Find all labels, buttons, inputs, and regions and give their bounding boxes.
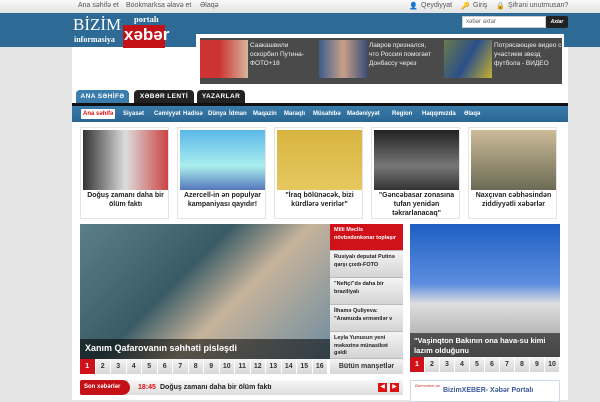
news-headline[interactable]: Doğuş zamanı daha bir ölüm faktı bbox=[160, 384, 272, 391]
category-7[interactable]: Maraqlı bbox=[282, 109, 307, 119]
category-5[interactable]: İdman bbox=[227, 109, 249, 119]
headline-item[interactable]: Milli Məclis növbədənkənar toplaşır bbox=[330, 224, 403, 251]
page-button[interactable]: 5 bbox=[142, 359, 157, 374]
key-icon: 🔑 bbox=[461, 3, 470, 10]
page-button[interactable]: 8 bbox=[515, 357, 529, 372]
tab-authors[interactable]: YAZARLAR bbox=[197, 90, 245, 104]
news-card-image[interactable] bbox=[374, 130, 459, 190]
category-11[interactable]: Haqqımızda bbox=[420, 109, 458, 119]
headline-item[interactable]: İlhamə Quliyeva: "Aramızda ermənilər v bbox=[330, 305, 403, 332]
latest-news-label: Son xəbərlər bbox=[80, 380, 130, 395]
page-button[interactable]: 3 bbox=[111, 359, 126, 374]
news-card[interactable]: Doğuş zamanı daha bir ölüm faktı bbox=[80, 127, 169, 219]
category-6[interactable]: Maqazin bbox=[251, 109, 279, 119]
user-icon: 👤 bbox=[409, 3, 418, 10]
page-button[interactable]: 10 bbox=[219, 359, 234, 374]
page-button[interactable]: 11 bbox=[235, 359, 250, 374]
page-button[interactable]: 12 bbox=[250, 359, 265, 374]
headline-list: Milli Məclis növbədənkənar toplaşır Rusiy… bbox=[330, 224, 403, 359]
facebook-widget: Bizimxeber.az BizimXEBER- Xəbər Portalı bbox=[410, 380, 560, 402]
category-4[interactable]: Dünya bbox=[206, 109, 228, 119]
ad-strip: Саакашвили оскорбил Путина-ФОТО+18 Лавро… bbox=[200, 38, 562, 84]
page-button[interactable]: 5 bbox=[470, 357, 484, 372]
page-button[interactable]: 7 bbox=[173, 359, 188, 374]
headline-item[interactable]: Rusiyalı deputat Putinə qarşı çıxdı-FOTO bbox=[330, 251, 403, 278]
news-card-title[interactable]: "İraq bölünəcək, bizi kürdlərə verirlər" bbox=[277, 191, 362, 209]
page-button[interactable]: 1 bbox=[80, 359, 95, 374]
slider-caption[interactable]: "Vaşinqton Bakının ona hava-su kimi lazı… bbox=[414, 336, 559, 356]
category-3[interactable]: Hadisə bbox=[181, 109, 205, 119]
page-button[interactable]: 10 bbox=[545, 357, 559, 372]
next-arrow-icon[interactable]: ▶ bbox=[390, 383, 399, 392]
page-button[interactable]: 13 bbox=[266, 359, 281, 374]
search-button[interactable]: Axtar bbox=[546, 16, 568, 28]
page-button[interactable]: 8 bbox=[188, 359, 203, 374]
link-contact[interactable]: Əlaqə bbox=[200, 2, 219, 9]
page-button[interactable]: 2 bbox=[425, 357, 439, 372]
category-1[interactable]: Siyasət bbox=[121, 109, 146, 119]
page-button[interactable]: 14 bbox=[281, 359, 296, 374]
category-12[interactable]: Əlaqə bbox=[462, 109, 482, 119]
page-button[interactable]: 6 bbox=[485, 357, 499, 372]
link-bookmark[interactable]: Bookmarksa əlavə et bbox=[126, 2, 191, 9]
latest-news-ticker: Son xəbərlər 18:45 Doğuş zamanı daha bir… bbox=[80, 380, 403, 395]
news-card[interactable]: "Gəncəbasar zonasına tufan yenidən təkra… bbox=[371, 127, 460, 219]
news-card-image[interactable] bbox=[471, 130, 556, 190]
main-slider-image[interactable]: Xanım Qafarovanın səhhəti pisləşdi bbox=[80, 224, 330, 359]
news-card-title[interactable]: "Gəncəbasar zonasına tufan yenidən təkra… bbox=[374, 191, 459, 218]
page-button[interactable]: 1 bbox=[410, 357, 424, 372]
news-card[interactable]: Azercell-in ən populyar kampaniyası qayı… bbox=[177, 127, 266, 219]
page-button[interactable]: 3 bbox=[440, 357, 454, 372]
link-login[interactable]: Giriş bbox=[473, 2, 487, 9]
headline-item[interactable]: "Neftçi"də daha bir braziliyalı bbox=[330, 278, 403, 305]
news-card-image[interactable] bbox=[277, 130, 362, 190]
page-button[interactable]: 15 bbox=[297, 359, 312, 374]
page-button[interactable]: 7 bbox=[500, 357, 514, 372]
prev-arrow-icon[interactable]: ◀ bbox=[378, 383, 387, 392]
headline-item[interactable]: Leyla Yunusun yeni məkəzinə münasibət gə… bbox=[330, 332, 403, 359]
tab-home[interactable]: ANA SƏHİFƏ bbox=[76, 90, 129, 104]
link-register[interactable]: Qeydiyyat bbox=[421, 2, 452, 9]
page-button[interactable]: 16 bbox=[312, 359, 327, 374]
tab-news-feed[interactable]: XƏBƏR LENTİ bbox=[134, 90, 194, 104]
page-button[interactable]: 9 bbox=[530, 357, 544, 372]
fb-logo: Bizimxeber.az bbox=[415, 383, 440, 388]
page-button[interactable]: 9 bbox=[204, 359, 219, 374]
news-card-title[interactable]: Naxçıvan cəbhəsindən ziddiyyətli xəbərlə… bbox=[471, 191, 556, 209]
lock-icon: 🔒 bbox=[496, 3, 505, 10]
news-time: 18:45 bbox=[138, 384, 156, 391]
link-forgot-password[interactable]: Şifrəni unutmusan? bbox=[508, 2, 568, 9]
category-0[interactable]: Ana səhifə bbox=[81, 109, 116, 119]
page-button[interactable]: 2 bbox=[95, 359, 110, 374]
link-set-homepage[interactable]: Ana səhifə et bbox=[78, 2, 119, 9]
page-button[interactable]: 4 bbox=[126, 359, 141, 374]
logo[interactable]: BİZİM informasiya portalı xəbər bbox=[72, 13, 169, 48]
search-input[interactable]: xəbər axtar bbox=[462, 16, 546, 28]
category-8[interactable]: Müsahibə bbox=[311, 109, 343, 119]
news-card-image[interactable] bbox=[180, 130, 265, 190]
all-headlines-button[interactable]: Bütün manşetlər bbox=[330, 359, 403, 374]
news-card-image[interactable] bbox=[83, 130, 168, 190]
news-card[interactable]: "İraq bölünəcək, bizi kürdlərə verirlər" bbox=[274, 127, 363, 219]
news-card-title[interactable]: Azercell-in ən populyar kampaniyası qayı… bbox=[180, 191, 265, 209]
page-button[interactable]: 4 bbox=[455, 357, 469, 372]
slider-caption[interactable]: Xanım Qafarovanın səhhəti pisləşdi bbox=[85, 343, 237, 353]
secondary-slider-image[interactable]: "Vaşinqton Bakının ona hava-su kimi lazı… bbox=[410, 224, 560, 357]
category-9[interactable]: Mədəniyyət bbox=[345, 109, 382, 119]
page-button[interactable]: 6 bbox=[157, 359, 172, 374]
news-card[interactable]: Naxçıvan cəbhəsindən ziddiyyətli xəbərlə… bbox=[468, 127, 557, 219]
category-10[interactable]: Region bbox=[390, 109, 414, 119]
top-bar: Ana səhifə et Bookmarksa əlavə et Əlaqə … bbox=[0, 0, 600, 13]
news-card-title[interactable]: Doğuş zamanı daha bir ölüm faktı bbox=[83, 191, 168, 209]
category-nav: Ana səhifə Siyasət Cəmiyyət Hadisə Dünya İdma… bbox=[72, 106, 568, 122]
category-2[interactable]: Cəmiyyət bbox=[152, 109, 183, 119]
fb-page-title[interactable]: BizimXEBER- Xəbər Portalı bbox=[443, 387, 533, 394]
